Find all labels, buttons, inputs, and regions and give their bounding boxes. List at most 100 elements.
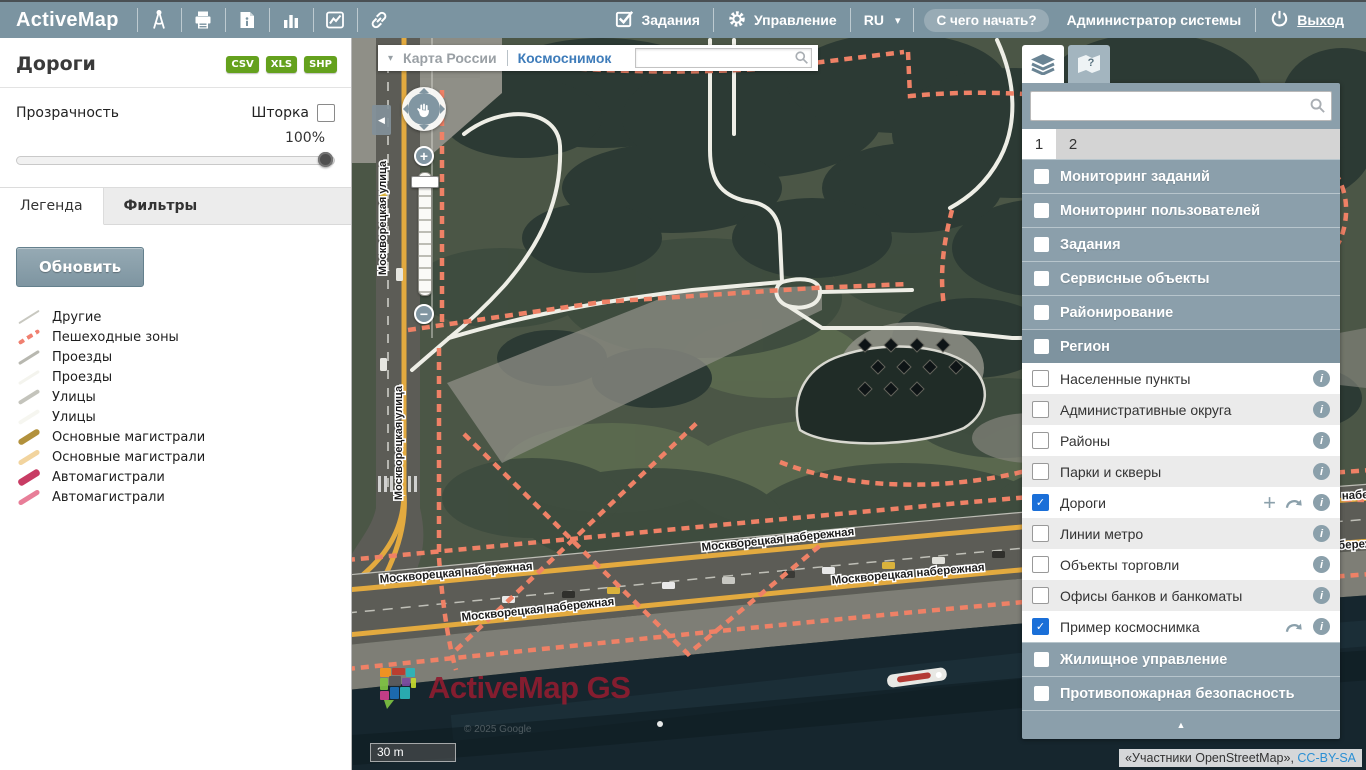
basemap-tab-satellite[interactable]: Космоснимок	[518, 50, 612, 66]
group-checkbox[interactable]	[1034, 271, 1049, 286]
export-csv-button[interactable]: CSV	[226, 56, 258, 73]
menu-management[interactable]: Управление	[714, 9, 850, 32]
add-feature-icon[interactable]	[1263, 492, 1276, 514]
zoom-out-button[interactable]	[414, 304, 434, 324]
layer-row-districts[interactable]: Районы	[1022, 425, 1340, 456]
tab-legend[interactable]: Легенда	[0, 188, 104, 225]
group-fire-safety[interactable]: Противопожарная безопасность	[1022, 676, 1340, 710]
statistics-icon[interactable]	[270, 2, 313, 38]
group-checkbox[interactable]	[1034, 305, 1049, 320]
swipe-compare-icon[interactable]	[1285, 496, 1304, 510]
basemap-tab-russia[interactable]: Карта России	[403, 50, 497, 66]
panel-tabs: Легенда Фильтры	[0, 187, 351, 225]
slider-knob[interactable]	[318, 152, 333, 167]
group-checkbox[interactable]	[1034, 339, 1049, 354]
info-icon[interactable]	[1313, 370, 1330, 387]
layer-checkbox[interactable]	[1032, 432, 1049, 449]
layer-checkbox[interactable]	[1032, 556, 1049, 573]
group-label: Районирование	[1060, 305, 1173, 321]
current-user[interactable]: Администратор системы	[1053, 12, 1256, 28]
map-search	[635, 48, 812, 68]
layer-label: Районы	[1060, 433, 1110, 449]
page-1[interactable]: 1	[1022, 129, 1056, 159]
zoom-in-button[interactable]	[414, 146, 434, 166]
swipe-compare-icon[interactable]	[1285, 620, 1304, 634]
layer-checkbox[interactable]	[1032, 494, 1049, 511]
group-checkbox[interactable]	[1034, 169, 1049, 184]
info-icon[interactable]	[1313, 525, 1330, 542]
print-icon[interactable]	[182, 2, 225, 38]
tab-map-help[interactable]: ?	[1068, 45, 1110, 83]
tab-filters[interactable]: Фильтры	[104, 188, 218, 225]
group-monitoring-tasks[interactable]: Мониторинг заданий	[1022, 159, 1340, 193]
group-housing[interactable]: Жилищное управление	[1022, 642, 1340, 676]
info-icon[interactable]	[1313, 463, 1330, 480]
layer-row-settlements[interactable]: Населенные пункты	[1022, 363, 1340, 394]
layer-checkbox[interactable]	[1032, 618, 1049, 635]
info-icon[interactable]	[1313, 618, 1330, 635]
layer-row-roads[interactable]: Дороги	[1022, 487, 1340, 518]
logout-button[interactable]: Выход	[1256, 8, 1366, 32]
link-icon[interactable]	[358, 2, 401, 38]
attribution-license-link[interactable]: CC-BY-SA	[1297, 751, 1356, 765]
group-districting[interactable]: Районирование	[1022, 295, 1340, 329]
language-label: RU	[864, 12, 884, 28]
group-checkbox[interactable]	[1034, 686, 1049, 701]
group-monitoring-users[interactable]: Мониторинг пользователей	[1022, 193, 1340, 227]
pan-right-icon[interactable]	[440, 104, 445, 114]
layer-checkbox[interactable]	[1032, 401, 1049, 418]
layer-checkbox[interactable]	[1032, 587, 1049, 604]
export-shp-button[interactable]: SHP	[304, 56, 337, 73]
group-checkbox[interactable]	[1034, 652, 1049, 667]
refresh-button[interactable]: Обновить	[16, 247, 144, 287]
group-service-objects[interactable]: Сервисные объекты	[1022, 261, 1340, 295]
group-checkbox[interactable]	[1034, 237, 1049, 252]
transparency-slider[interactable]	[16, 152, 335, 167]
group-checkbox[interactable]	[1034, 203, 1049, 218]
reports-icon[interactable]	[226, 2, 269, 38]
measure-icon[interactable]	[138, 2, 181, 38]
legend-swatch	[16, 328, 42, 346]
map-search-input[interactable]	[635, 48, 812, 68]
tab-layers[interactable]	[1022, 45, 1064, 83]
transparency-value: 100%	[0, 122, 351, 150]
pan-down-icon[interactable]	[419, 125, 429, 130]
pan-control[interactable]	[402, 87, 446, 131]
export-xls-button[interactable]: XLS	[266, 56, 297, 73]
layer-row-admin-okrugs[interactable]: Административные округа	[1022, 394, 1340, 425]
map-viewport[interactable]: Москворецкая улица Москворецкая улица Мо…	[352, 38, 1366, 770]
layers-search-input[interactable]	[1030, 91, 1332, 121]
curtain-checkbox[interactable]	[317, 104, 335, 122]
info-icon[interactable]	[1313, 401, 1330, 418]
menu-tasks-label: Задания	[642, 12, 700, 28]
layer-checkbox[interactable]	[1032, 370, 1049, 387]
group-tasks[interactable]: Задания	[1022, 227, 1340, 261]
info-icon[interactable]	[1313, 432, 1330, 449]
slider-track[interactable]	[16, 156, 335, 165]
info-icon[interactable]	[1313, 587, 1330, 604]
chevron-down-icon[interactable]	[388, 53, 393, 64]
layer-row-trade-objects[interactable]: Объекты торговли	[1022, 549, 1340, 580]
layer-row-satellite-sample[interactable]: Пример космоснимка	[1022, 611, 1340, 642]
info-icon[interactable]	[1313, 556, 1330, 573]
language-selector[interactable]: RU	[851, 12, 914, 28]
zoom-slider-track[interactable]	[418, 172, 432, 296]
search-icon[interactable]	[1309, 97, 1326, 119]
hand-icon[interactable]	[408, 93, 440, 125]
search-icon[interactable]	[794, 50, 809, 70]
layer-checkbox[interactable]	[1032, 525, 1049, 542]
zoom-slider-handle[interactable]	[411, 176, 439, 188]
group-region[interactable]: Регион	[1022, 329, 1340, 363]
layer-row-metro-lines[interactable]: Линии метро	[1022, 518, 1340, 549]
collapse-panel-button[interactable]	[372, 105, 391, 135]
collapse-up-button[interactable]	[1022, 710, 1340, 739]
layer-row-parks[interactable]: Парки и скверы	[1022, 456, 1340, 487]
info-icon[interactable]	[1313, 494, 1330, 511]
get-started-button[interactable]: С чего начать?	[924, 9, 1048, 32]
layer-row-banks[interactable]: Офисы банков и банкоматы	[1022, 580, 1340, 611]
charts-icon[interactable]	[314, 2, 357, 38]
layer-checkbox[interactable]	[1032, 463, 1049, 480]
group-label: Мониторинг заданий	[1060, 169, 1210, 185]
page-2[interactable]: 2	[1056, 129, 1090, 159]
menu-tasks[interactable]: Задания	[601, 8, 713, 32]
